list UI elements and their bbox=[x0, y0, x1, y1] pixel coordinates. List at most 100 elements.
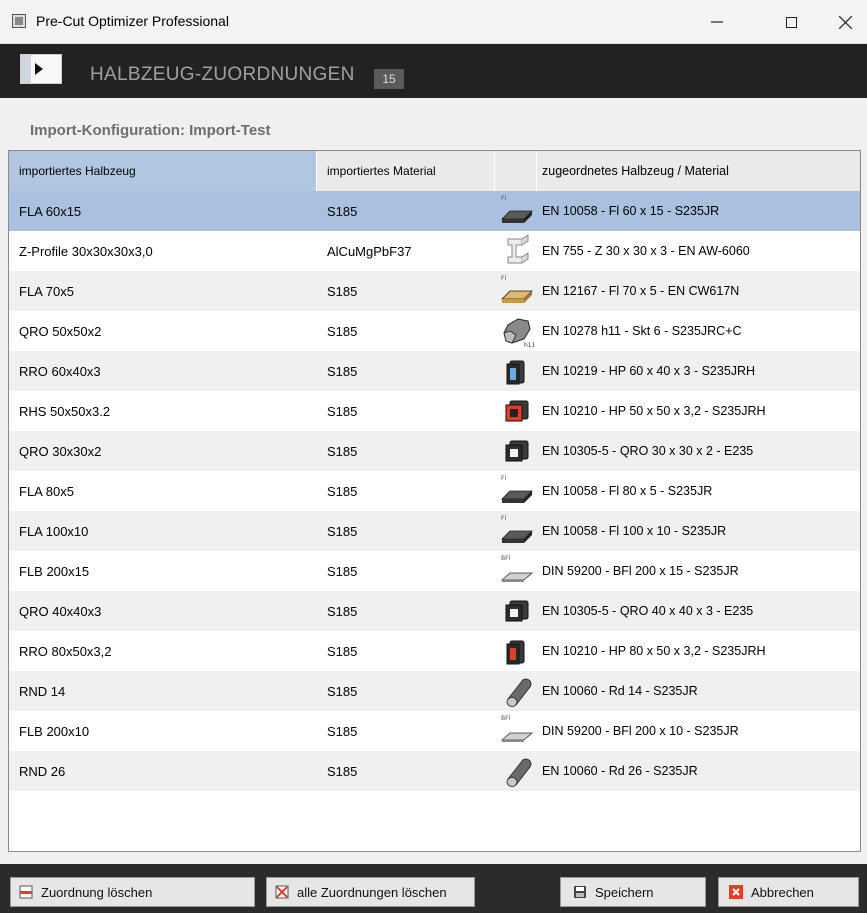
maximize-button[interactable] bbox=[768, 8, 814, 36]
table-row[interactable]: QRO 40x40x3 S185 EN 10305-5 - QRO 40 x 40 … bbox=[9, 591, 860, 631]
table-row[interactable]: RHS 50x50x3.2 S185 EN 10210 - HP 50 x 50 x… bbox=[9, 391, 860, 431]
cell-assigned: EN 10060 - Rd 14 - S235JR bbox=[542, 684, 698, 698]
flat-bar-icon: Fl bbox=[501, 475, 533, 503]
square-tube-red-icon bbox=[505, 400, 529, 422]
table-row[interactable]: FLB 200x10 S185 BFl DIN 59200 - BFl 200 x 1… bbox=[9, 711, 860, 751]
svg-text:h11: h11 bbox=[524, 342, 534, 349]
cell-halbzeug: FLA 60x15 bbox=[19, 203, 82, 219]
section-title: Import-Konfiguration: Import-Test bbox=[30, 122, 271, 139]
square-tube-icon bbox=[505, 440, 529, 462]
table-row[interactable]: Z-Profile 30x30x30x3,0 AlCuMgPbF37 EN 755 … bbox=[9, 231, 860, 271]
column-header-material[interactable]: importiertes Material bbox=[317, 151, 495, 191]
window-title: Pre-Cut Optimizer Professional bbox=[36, 13, 229, 29]
table-row[interactable]: RRO 60x40x3 S185 EN 10219 - HP 60 x 40 x 3… bbox=[9, 351, 860, 391]
cell-assigned: EN 755 - Z 30 x 30 x 3 - EN AW-6060 bbox=[542, 244, 750, 258]
cancel-label: Abbrechen bbox=[751, 884, 814, 900]
cell-assigned: EN 12167 - Fl 70 x 5 - EN CW617N bbox=[542, 284, 740, 298]
flat-bar-icon: Fl bbox=[501, 515, 533, 543]
cell-halbzeug: RRO 80x50x3,2 bbox=[19, 643, 112, 659]
table-row[interactable]: FLA 70x5 S185 Fl EN 12167 - Fl 70 x 5 - EN … bbox=[9, 271, 860, 311]
cell-material: S185 bbox=[327, 563, 358, 579]
table-row[interactable]: QRO 50x50x2 S185 h11 EN 10278 h11 - Skt 6 -… bbox=[9, 311, 860, 351]
minimize-button[interactable] bbox=[694, 8, 740, 36]
column-header-assigned[interactable]: zugeordnetes Halbzeug / Material bbox=[537, 151, 860, 191]
cell-material: S185 bbox=[327, 323, 358, 339]
delete-row-icon bbox=[19, 885, 33, 899]
assignment-table: importiertes Halbzeug importiertes Mater… bbox=[8, 150, 861, 852]
cell-material: S185 bbox=[327, 603, 358, 619]
table-header-row: importiertes Halbzeug importiertes Mater… bbox=[9, 151, 860, 191]
content-area: Import-Konfiguration: Import-Test import… bbox=[0, 98, 867, 864]
cell-assigned: EN 10058 - Fl 80 x 5 - S235JR bbox=[542, 484, 713, 498]
cancel-icon bbox=[729, 885, 743, 899]
maximize-icon bbox=[785, 16, 797, 28]
table-row[interactable]: FLA 80x5 S185 Fl EN 10058 - Fl 80 x 5 - S23… bbox=[9, 471, 860, 511]
cell-assigned: EN 10060 - Rd 26 - S235JR bbox=[542, 764, 698, 778]
cell-material: S185 bbox=[327, 363, 358, 379]
svg-text:Fl: Fl bbox=[501, 515, 506, 522]
save-icon bbox=[574, 886, 586, 898]
cell-material: S185 bbox=[327, 683, 358, 699]
wide-flat-bar-icon: BFl bbox=[500, 555, 534, 582]
minimize-icon bbox=[711, 21, 723, 23]
app-icon bbox=[12, 14, 26, 28]
svg-text:Fl: Fl bbox=[501, 275, 506, 282]
cell-assigned: EN 10305-5 - QRO 40 x 40 x 3 - E235 bbox=[542, 604, 754, 618]
delete-all-icon bbox=[275, 885, 289, 899]
flat-bar-brass-icon: Fl bbox=[501, 275, 533, 303]
cell-halbzeug: FLB 200x10 bbox=[19, 723, 90, 739]
table-row[interactable]: QRO 30x30x2 S185 EN 10305-5 - QRO 30 x 30 … bbox=[9, 431, 860, 471]
delete-all-assignments-button[interactable]: alle Zuordnungen löschen bbox=[266, 877, 475, 907]
cell-assigned: EN 10219 - HP 60 x 40 x 3 - S235JRH bbox=[542, 364, 756, 378]
svg-text:Fl: Fl bbox=[501, 195, 506, 202]
table-row[interactable]: RND 26 S185 EN 10060 - Rd 26 - S235JR bbox=[9, 751, 860, 791]
cell-assigned: DIN 59200 - BFl 200 x 15 - S235JR bbox=[542, 564, 739, 578]
table-row[interactable]: FLA 60x15 S185 Fl EN 10058 - Fl 60 x 15 - S… bbox=[9, 191, 860, 231]
wide-flat-bar-icon: BFl bbox=[500, 715, 534, 742]
cell-halbzeug: QRO 40x40x3 bbox=[19, 603, 102, 619]
cancel-button[interactable]: Abbrechen bbox=[718, 877, 859, 907]
cell-assigned: EN 10278 h11 - Skt 6 - S235JRC+C bbox=[542, 324, 742, 338]
cell-material: S185 bbox=[327, 643, 358, 659]
module-play-icon[interactable] bbox=[20, 54, 62, 84]
cell-assigned: EN 10058 - Fl 60 x 15 - S235JR bbox=[542, 204, 720, 218]
close-button[interactable] bbox=[822, 8, 867, 36]
cell-assigned: EN 10210 - HP 80 x 50 x 3,2 - S235JRH bbox=[542, 644, 766, 658]
table-row[interactable]: RRO 80x50x3,2 S185 EN 10210 - HP 80 x 50 x… bbox=[9, 631, 860, 671]
round-bar-icon bbox=[506, 678, 532, 707]
cell-material: S185 bbox=[327, 443, 358, 459]
cell-halbzeug: Z-Profile 30x30x30x3,0 bbox=[19, 243, 153, 259]
flat-bar-icon: Fl bbox=[501, 195, 533, 223]
cell-halbzeug: FLA 100x10 bbox=[19, 523, 89, 539]
cell-material: AlCuMgPbF37 bbox=[327, 243, 412, 259]
hex-bar-icon: h11 bbox=[503, 318, 534, 349]
square-tube-icon bbox=[505, 600, 529, 622]
module-title: HALBZEUG-ZUORDNUNGEN bbox=[90, 64, 355, 85]
module-header: HALBZEUG-ZUORDNUNGEN 15 bbox=[0, 44, 867, 98]
table-row[interactable]: RND 14 S185 EN 10060 - Rd 14 - S235JR bbox=[9, 671, 860, 711]
svg-text:BFl: BFl bbox=[501, 555, 511, 562]
cell-material: S185 bbox=[327, 523, 358, 539]
count-badge: 15 bbox=[374, 69, 404, 89]
cell-assigned: DIN 59200 - BFl 200 x 10 - S235JR bbox=[542, 724, 739, 738]
close-icon bbox=[838, 15, 852, 29]
table-row[interactable]: FLB 200x15 S185 BFl DIN 59200 - BFl 200 x 1… bbox=[9, 551, 860, 591]
cell-material: S185 bbox=[327, 723, 358, 739]
window-title-bar: Pre-Cut Optimizer Professional bbox=[0, 0, 867, 44]
cell-halbzeug: QRO 30x30x2 bbox=[19, 443, 102, 459]
svg-text:BFl: BFl bbox=[501, 715, 511, 722]
cell-halbzeug: RND 14 bbox=[19, 683, 66, 699]
delete-assignment-button[interactable]: Zuordnung löschen bbox=[10, 877, 255, 907]
save-label: Speichern bbox=[595, 884, 654, 900]
cell-material: S185 bbox=[327, 763, 358, 779]
cell-material: S185 bbox=[327, 403, 358, 419]
cell-material: S185 bbox=[327, 203, 358, 219]
cell-halbzeug: RRO 60x40x3 bbox=[19, 363, 101, 379]
column-header-halbzeug[interactable]: importiertes Halbzeug bbox=[9, 151, 317, 191]
save-button[interactable]: Speichern bbox=[560, 877, 706, 907]
cell-halbzeug: QRO 50x50x2 bbox=[19, 323, 102, 339]
table-row[interactable]: FLA 100x10 S185 Fl EN 10058 - Fl 100 x 10 -… bbox=[9, 511, 860, 551]
cell-halbzeug: RND 26 bbox=[19, 763, 66, 779]
cell-assigned: EN 10305-5 - QRO 30 x 30 x 2 - E235 bbox=[542, 444, 754, 458]
svg-text:Fl: Fl bbox=[501, 475, 506, 482]
